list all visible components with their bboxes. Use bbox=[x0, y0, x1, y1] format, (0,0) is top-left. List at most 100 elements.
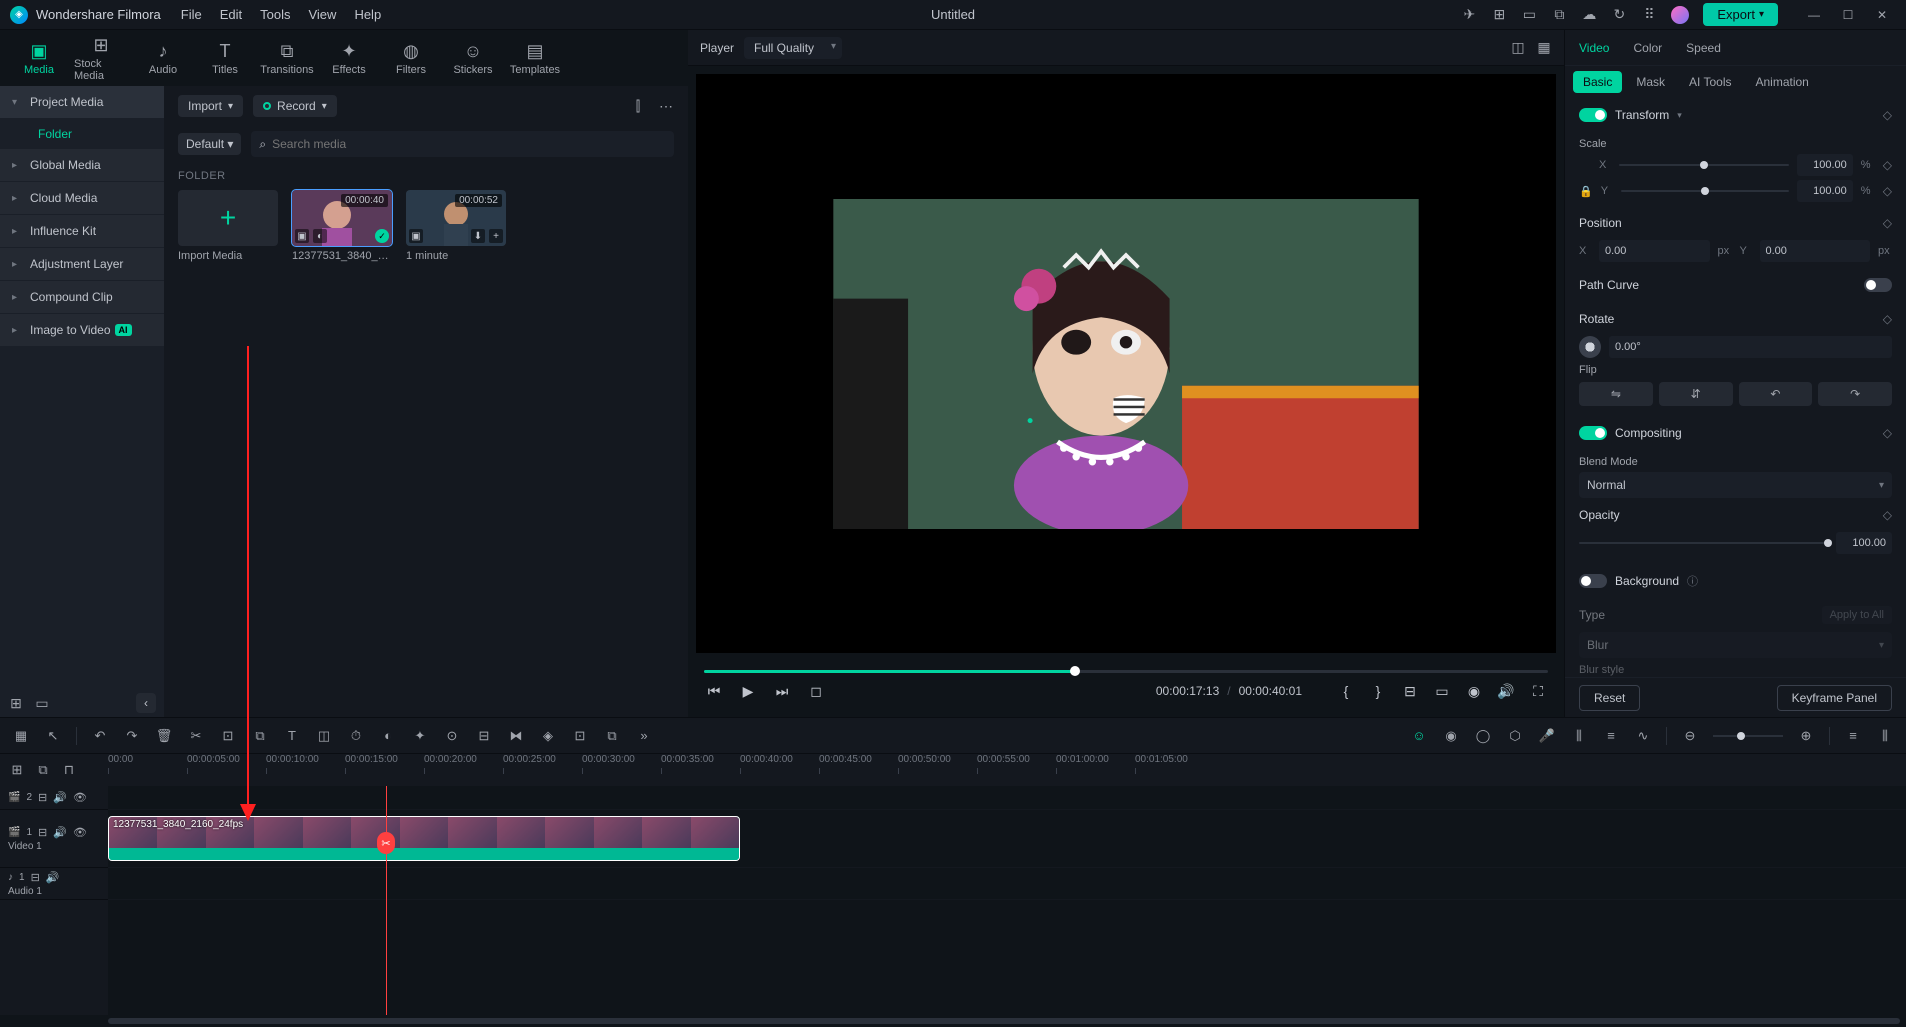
export-button[interactable]: Export▾ bbox=[1703, 3, 1778, 26]
keyframe-icon[interactable]: ◇ bbox=[1883, 108, 1892, 122]
delete-button[interactable]: 🗑 bbox=[155, 727, 173, 745]
zoom-in-button[interactable]: ⊕ bbox=[1797, 727, 1815, 745]
timer-icon[interactable]: ⊙ bbox=[443, 727, 461, 745]
camera-tl-icon[interactable]: ◉ bbox=[1442, 727, 1460, 745]
lock-track-icon[interactable]: ⊟ bbox=[38, 791, 47, 804]
camera-icon[interactable]: ◉ bbox=[1464, 681, 1484, 701]
subtab-ai-tools[interactable]: AI Tools bbox=[1679, 71, 1741, 93]
waveform-icon[interactable]: ∿ bbox=[1634, 727, 1652, 745]
display-icon[interactable]: ▭ bbox=[1432, 681, 1452, 701]
background-section[interactable]: Backgroundⓘ bbox=[1579, 564, 1892, 598]
lock-icon[interactable]: 🔒 bbox=[1579, 185, 1593, 198]
history-icon[interactable]: ↻ bbox=[1611, 7, 1627, 23]
import-media-card[interactable]: + Import Media bbox=[178, 190, 278, 262]
lock-track-icon[interactable]: ⊟ bbox=[38, 826, 47, 839]
mark-in-button[interactable]: { bbox=[1336, 681, 1356, 701]
scale-y-value[interactable]: 100.00 bbox=[1797, 180, 1853, 202]
keyframe-panel-button[interactable]: Keyframe Panel bbox=[1777, 685, 1892, 711]
track-magnet-icon[interactable]: ⊓ bbox=[60, 761, 78, 779]
scale-x-value[interactable]: 100.00 bbox=[1797, 154, 1853, 176]
compare-icon[interactable]: ◫ bbox=[1510, 40, 1526, 56]
maximize-button[interactable]: ☐ bbox=[1834, 5, 1862, 25]
mixer-icon[interactable]: ⫼ bbox=[1570, 727, 1588, 745]
timeline-scrollbar[interactable] bbox=[0, 1015, 1906, 1027]
keyframe-icon[interactable]: ◇ bbox=[1883, 426, 1892, 440]
record-button[interactable]: Record▾ bbox=[253, 95, 337, 117]
quality-icon[interactable]: ⊟ bbox=[1400, 681, 1420, 701]
keyframe-icon[interactable]: ◇ bbox=[1883, 158, 1892, 172]
apply-all-button[interactable]: Apply to All bbox=[1822, 606, 1892, 624]
rotate-value[interactable]: 0.00° bbox=[1609, 336, 1892, 358]
opacity-slider[interactable] bbox=[1579, 542, 1828, 544]
keyframe-icon[interactable]: ◇ bbox=[1883, 184, 1892, 198]
reset-button[interactable]: Reset bbox=[1579, 685, 1640, 711]
avatar-icon[interactable] bbox=[1671, 6, 1689, 24]
sidebar-item-influence-kit[interactable]: ▸Influence Kit bbox=[0, 215, 164, 247]
compositing-section[interactable]: Compositing ◇ bbox=[1579, 416, 1892, 450]
marker-button[interactable]: ◈ bbox=[539, 727, 557, 745]
subtab-basic[interactable]: Basic bbox=[1573, 71, 1622, 93]
list-view-icon[interactable]: ≡ bbox=[1844, 727, 1862, 745]
rotate-cw-button[interactable]: ↷ bbox=[1818, 382, 1892, 406]
tab-video-props[interactable]: Video bbox=[1579, 41, 1609, 55]
tab-stock-media[interactable]: ⊞Stock Media bbox=[74, 34, 128, 82]
circle-icon[interactable]: ◯ bbox=[1474, 727, 1492, 745]
filter-icon[interactable]: ⫿ bbox=[630, 98, 646, 114]
timeline-track-area[interactable]: 12377531_3840_2160_24fps ✂ bbox=[108, 786, 1906, 1015]
sidebar-item-cloud-media[interactable]: ▸Cloud Media bbox=[0, 182, 164, 214]
bg-type-dropdown[interactable]: Blur bbox=[1579, 632, 1892, 658]
flip-horizontal-button[interactable]: ⇋ bbox=[1579, 382, 1653, 406]
rotate-knob[interactable] bbox=[1579, 336, 1601, 358]
mark-out-button[interactable]: } bbox=[1368, 681, 1388, 701]
keyframe-icon[interactable]: ◇ bbox=[1883, 216, 1892, 230]
flip-vertical-button[interactable]: ⇵ bbox=[1659, 382, 1733, 406]
tab-audio[interactable]: ♪Audio bbox=[136, 34, 190, 82]
crop-button[interactable]: ⊡ bbox=[219, 727, 237, 745]
new-folder-icon[interactable]: ⊞ bbox=[8, 695, 24, 711]
path-curve-toggle[interactable] bbox=[1864, 278, 1892, 292]
scale-x-slider[interactable] bbox=[1619, 164, 1789, 166]
transform-section[interactable]: Transform▾ ◇ bbox=[1579, 98, 1892, 132]
track-button[interactable]: ⊟ bbox=[475, 727, 493, 745]
stop-button[interactable]: ◻ bbox=[806, 681, 826, 701]
menu-file[interactable]: File bbox=[181, 7, 202, 22]
ai-tool-icon[interactable]: ☺ bbox=[1410, 727, 1428, 745]
effect-button[interactable]: ✦ bbox=[411, 727, 429, 745]
volume-icon[interactable]: 🔊 bbox=[1496, 681, 1516, 701]
track-link-icon[interactable]: ⧉ bbox=[34, 761, 52, 779]
mute-track-icon[interactable]: 🔊 bbox=[53, 791, 67, 804]
snapshot-icon[interactable]: ▦ bbox=[1536, 40, 1552, 56]
tab-color-props[interactable]: Color bbox=[1633, 41, 1662, 55]
menu-tools[interactable]: Tools bbox=[260, 7, 290, 22]
more-icon[interactable]: ⋯ bbox=[658, 98, 674, 114]
minimize-button[interactable]: — bbox=[1800, 5, 1828, 25]
rotate-ccw-button[interactable]: ↶ bbox=[1739, 382, 1813, 406]
tab-titles[interactable]: TTitles bbox=[198, 34, 252, 82]
shield-icon[interactable]: ⬡ bbox=[1506, 727, 1524, 745]
tab-media[interactable]: ▣Media bbox=[12, 34, 66, 82]
sidebar-item-project-media[interactable]: ▾Project Media bbox=[0, 86, 164, 118]
keyframe-icon[interactable]: ◇ bbox=[1883, 312, 1892, 326]
scissors-icon[interactable]: ✂ bbox=[377, 832, 395, 854]
menu-view[interactable]: View bbox=[308, 7, 336, 22]
tab-filters[interactable]: ◍Filters bbox=[384, 34, 438, 82]
subtab-mask[interactable]: Mask bbox=[1626, 71, 1675, 93]
apps-icon[interactable]: ⠿ bbox=[1641, 7, 1657, 23]
tab-templates[interactable]: ▤Templates bbox=[508, 34, 562, 82]
copy-icon[interactable]: ⧉ bbox=[251, 727, 269, 745]
sidebar-folder[interactable]: Folder bbox=[0, 119, 164, 149]
folder-icon[interactable]: ▭ bbox=[34, 695, 50, 711]
sidebar-item-adjustment-layer[interactable]: ▸Adjustment Layer bbox=[0, 248, 164, 280]
hide-track-icon[interactable]: 👁 bbox=[73, 826, 87, 839]
video-clip[interactable]: 12377531_3840_2160_24fps bbox=[108, 816, 740, 861]
send-icon[interactable]: ✈ bbox=[1461, 7, 1477, 23]
zoom-slider[interactable] bbox=[1713, 735, 1783, 737]
blend-mode-dropdown[interactable]: Normal bbox=[1579, 472, 1892, 498]
speed-button[interactable]: ⏱ bbox=[347, 727, 365, 745]
crop2-icon[interactable]: ◫ bbox=[315, 727, 333, 745]
settings-icon[interactable]: ⫼ bbox=[1876, 727, 1894, 745]
tab-transitions[interactable]: ⧉Transitions bbox=[260, 34, 314, 82]
seek-bar[interactable] bbox=[704, 661, 1548, 681]
sidebar-item-image-to-video[interactable]: ▸Image to VideoAI bbox=[0, 314, 164, 346]
redo-button[interactable]: ↷ bbox=[123, 727, 141, 745]
